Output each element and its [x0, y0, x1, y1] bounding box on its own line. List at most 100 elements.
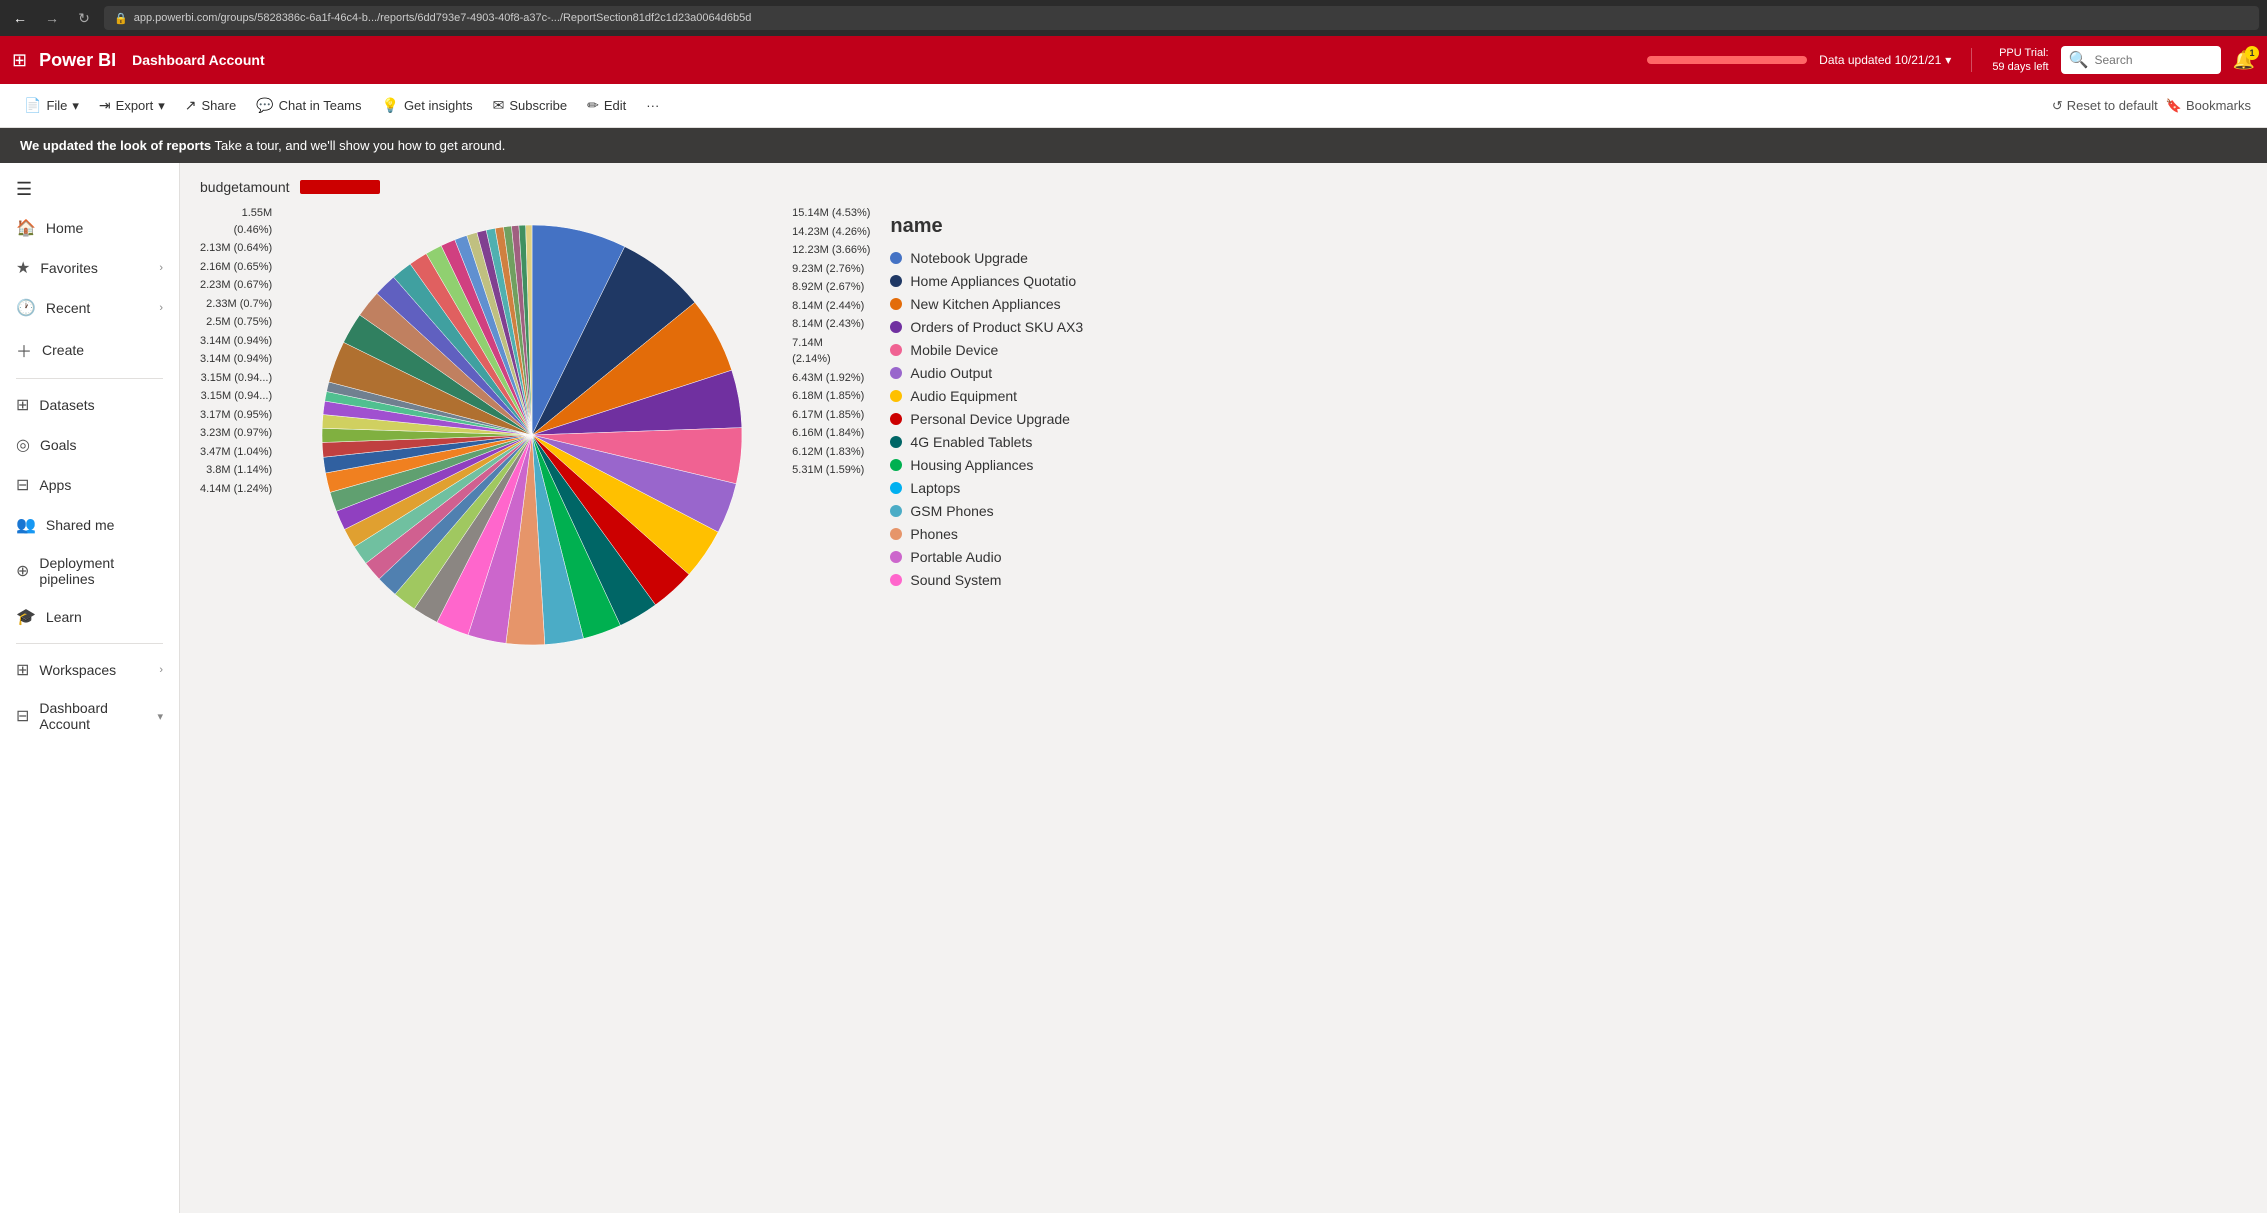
legend-item[interactable]: Sound System — [890, 572, 1130, 588]
pie-label: 5.31M (1.59%) — [792, 462, 870, 479]
legend-item[interactable]: Housing Appliances — [890, 457, 1130, 473]
browser-bar: ← → ↻ 🔒 app.powerbi.com/groups/5828386c-… — [0, 0, 2267, 36]
sidebar-item-favorites[interactable]: ★ Favorites › — [0, 248, 179, 288]
forward-button[interactable]: → — [40, 10, 64, 26]
file-button[interactable]: 📄 File ▾ — [16, 92, 87, 119]
legend-item[interactable]: Orders of Product SKU AX3 — [890, 319, 1130, 335]
legend-panel: name Notebook Upgrade Home Appliances Quo… — [890, 205, 1130, 605]
search-box[interactable]: 🔍 — [2061, 46, 2221, 74]
more-button[interactable]: ··· — [638, 93, 667, 118]
budget-bar[interactable] — [300, 180, 380, 194]
favorites-icon: ★ — [16, 258, 30, 278]
data-updated: Data updated 10/21/21 ▾ — [1819, 53, 1951, 67]
pie-label: 4.14M (1.24%) — [200, 481, 272, 498]
search-icon: 🔍 — [2069, 50, 2089, 70]
pie-label: 3.47M (1.04%) — [200, 444, 272, 461]
legend-item[interactable]: Laptops — [890, 480, 1130, 496]
chat-button[interactable]: 💬 Chat in Teams — [248, 92, 369, 119]
shared-icon: 👥 — [16, 515, 36, 535]
sidebar-item-recent[interactable]: 🕐 Recent › — [0, 288, 179, 328]
sidebar-item-create[interactable]: ＋ Create — [0, 328, 179, 372]
legend-item[interactable]: Personal Device Upgrade — [890, 411, 1130, 427]
legend-item[interactable]: Audio Equipment — [890, 388, 1130, 404]
sidebar-item-dashboard[interactable]: ⊟ Dashboard Account ▾ — [0, 690, 179, 742]
pie-labels-left: 1.55M(0.46%) 2.13M (0.64%) 2.16M (0.65%)… — [200, 205, 272, 497]
legend-title: name — [890, 215, 1130, 238]
address-bar[interactable]: 🔒 app.powerbi.com/groups/5828386c-6a1f-4… — [104, 6, 2259, 30]
pie-label: 3.14M (0.94%) — [200, 333, 272, 350]
sidebar-item-datasets[interactable]: ⊞ Datasets — [0, 385, 179, 425]
pie-label: 6.16M (1.84%) — [792, 425, 870, 442]
lock-icon: 🔒 — [114, 12, 128, 25]
legend-item[interactable]: 4G Enabled Tablets — [890, 434, 1130, 450]
teams-icon: 💬 — [256, 97, 273, 114]
sidebar-item-goals[interactable]: ◎ Goals — [0, 425, 179, 465]
datasets-icon: ⊞ — [16, 395, 29, 415]
pie-label: 12.23M (3.66%) — [792, 242, 870, 259]
goals-icon: ◎ — [16, 435, 30, 455]
trial-info: PPU Trial: 59 days left — [1992, 46, 2048, 75]
legend-item[interactable]: New Kitchen Appliances — [890, 296, 1130, 312]
pie-label: 3.15M (0.94...) — [200, 370, 272, 387]
legend-dot — [890, 482, 902, 494]
sidebar-item-learn[interactable]: 🎓 Learn — [0, 597, 179, 637]
legend-item[interactable]: Audio Output — [890, 365, 1130, 381]
pie-label: 2.5M (0.75%) — [200, 314, 272, 331]
refresh-button[interactable]: ↻ — [72, 10, 96, 27]
back-button[interactable]: ← — [8, 10, 32, 26]
deployment-icon: ⊕ — [16, 561, 29, 581]
search-input[interactable] — [2095, 53, 2213, 67]
pie-label: 6.12M (1.83%) — [792, 444, 870, 461]
brand-logo: Power BI — [39, 50, 116, 71]
pie-label: 6.18M (1.85%) — [792, 388, 870, 405]
legend-item[interactable]: Mobile Device — [890, 342, 1130, 358]
pie-chart-container — [302, 205, 762, 665]
pie-label: 2.23M (0.67%) — [200, 277, 272, 294]
chevron-right-icon: › — [159, 262, 163, 274]
sidebar-item-home[interactable]: 🏠 Home — [0, 208, 179, 248]
top-nav: ⊞ Power BI Dashboard Account Data update… — [0, 36, 2267, 84]
pie-label: 7.14M(2.14%) — [792, 335, 870, 368]
report-content: budgetamount 1.55M(0.46%) 2.13M (0.64%) … — [180, 163, 2267, 1213]
legend-item[interactable]: Notebook Upgrade — [890, 250, 1130, 266]
legend-dot — [890, 298, 902, 310]
share-icon: ↗ — [185, 97, 197, 114]
insights-button[interactable]: 💡 Get insights — [374, 92, 481, 119]
hamburger-button[interactable]: ☰ — [0, 171, 179, 208]
pie-chart — [302, 205, 762, 665]
sidebar-item-workspaces[interactable]: ⊞ Workspaces › — [0, 650, 179, 690]
apps-icon: ⊟ — [16, 475, 29, 495]
export-icon: ⇥ — [99, 97, 111, 114]
sidebar-divider — [16, 378, 163, 379]
chevron-right-icon: › — [159, 302, 163, 314]
reset-button[interactable]: ↺ Reset to default — [2052, 98, 2158, 114]
pie-label: 8.14M (2.44%) — [792, 298, 870, 315]
file-icon: 📄 — [24, 97, 41, 114]
share-button[interactable]: ↗ Share — [177, 92, 244, 119]
budget-label: budgetamount — [200, 179, 290, 195]
bookmarks-button[interactable]: 🔖 Bookmarks — [2166, 98, 2251, 114]
pie-label: 8.92M (2.67%) — [792, 279, 870, 296]
insights-icon: 💡 — [382, 97, 399, 114]
legend-dot — [890, 574, 902, 586]
legend-item[interactable]: GSM Phones — [890, 503, 1130, 519]
legend-item[interactable]: Home Appliances Quotatio — [890, 273, 1130, 289]
sidebar-item-shared[interactable]: 👥 Shared me — [0, 505, 179, 545]
pie-label: 3.23M (0.97%) — [200, 425, 272, 442]
chevron-right-icon: › — [159, 664, 163, 676]
legend-dot — [890, 436, 902, 448]
legend-dot — [890, 275, 902, 287]
legend-item[interactable]: Phones — [890, 526, 1130, 542]
pie-label: 14.23M (4.26%) — [792, 224, 870, 241]
subscribe-button[interactable]: ✉ Subscribe — [485, 92, 576, 119]
legend-dot — [890, 459, 902, 471]
pie-label: 8.14M (2.43%) — [792, 316, 870, 333]
pie-label: 15.14M (4.53%) — [792, 205, 870, 222]
legend-item[interactable]: Portable Audio — [890, 549, 1130, 565]
export-button[interactable]: ⇥ Export ▾ — [91, 92, 173, 119]
dashboard-icon: ⊟ — [16, 706, 29, 726]
sidebar-item-apps[interactable]: ⊟ Apps — [0, 465, 179, 505]
sidebar-item-deployment[interactable]: ⊕ Deployment pipelines — [0, 545, 179, 597]
waffle-icon[interactable]: ⊞ — [12, 50, 27, 71]
edit-button[interactable]: ✏ Edit — [579, 92, 634, 119]
